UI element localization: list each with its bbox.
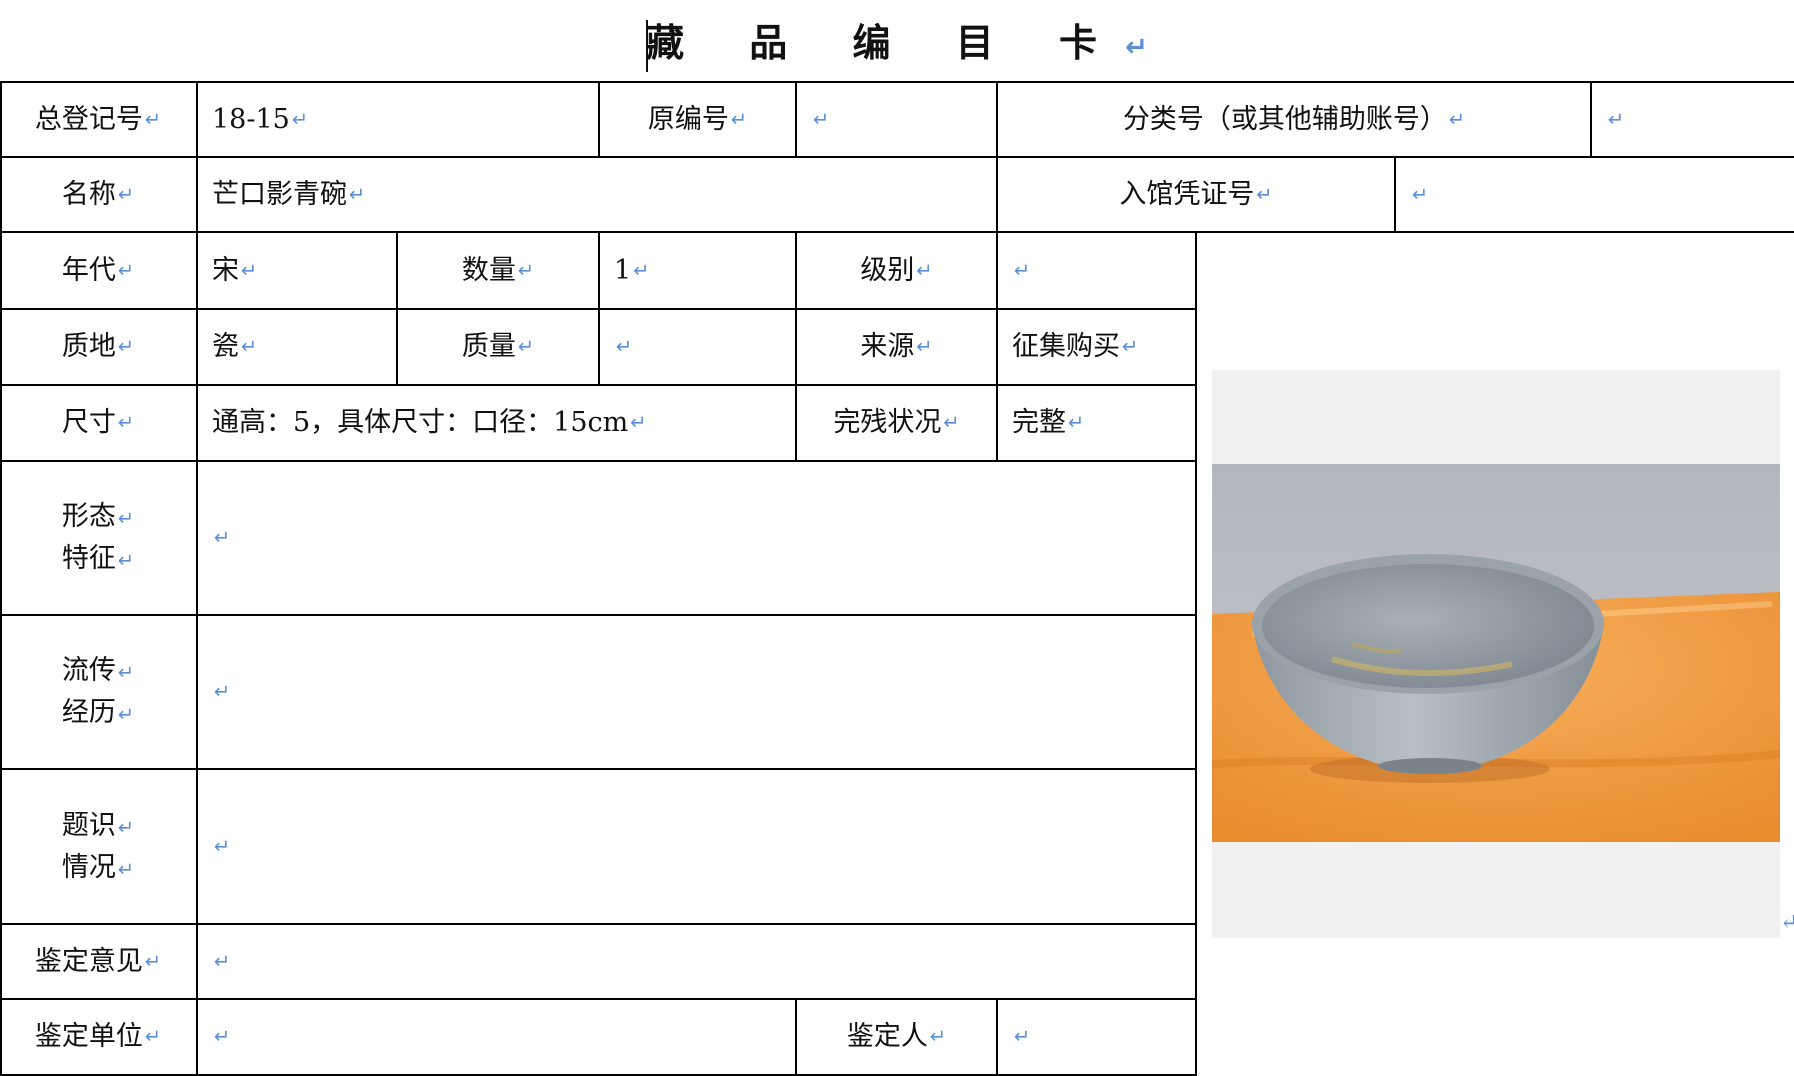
appraisal-value[interactable]: ↵ [198, 925, 1195, 998]
material-value[interactable]: 瓷 ↵ [198, 310, 396, 384]
era-label: 年代 ↵ [61, 254, 135, 286]
features-value[interactable]: ↵ [198, 462, 1195, 614]
name-label: 名称 ↵ [61, 178, 135, 210]
return-mark-icon: ↵ [1124, 32, 1148, 63]
card-title: 藏 品 编 目 卡↵ [0, 12, 1794, 72]
appraiser-label: 鉴定人 ↵ [846, 1021, 947, 1053]
artifact-photo[interactable] [1212, 370, 1780, 938]
registration-number-label: 总登记号 ↵ [34, 103, 162, 135]
registration-number-value[interactable]: 18-15 ↵ [198, 83, 598, 156]
name-value[interactable]: 芒口影青碗 ↵ [198, 158, 996, 231]
history-label: 流传 ↵ 经历 ↵ [61, 655, 135, 728]
size-value[interactable]: 通高：5，具体尺寸：口径：15cm ↵ [198, 386, 795, 460]
appraisal-unit-label: 鉴定单位 ↵ [34, 1021, 162, 1053]
grade-value[interactable]: ↵ [998, 233, 1195, 308]
material-label: 质地 ↵ [61, 331, 135, 363]
appraisal-label: 鉴定意见 ↵ [34, 945, 162, 977]
weight-value[interactable]: ↵ [600, 310, 795, 384]
source-value[interactable]: 征集购买 ↵ [998, 310, 1195, 384]
weight-label: 质量 ↵ [461, 331, 535, 363]
size-label: 尺寸 ↵ [61, 407, 135, 439]
voucher-number-value[interactable]: ↵ [1396, 158, 1794, 231]
grade-label: 级别 ↵ [860, 254, 933, 286]
original-number-label: 原编号 ↵ [647, 103, 748, 135]
quantity-value[interactable]: 1 ↵ [600, 233, 795, 308]
inscription-value[interactable]: ↵ [198, 770, 1195, 923]
classification-number-label: 分类号（或其他辅助账号） ↵ [1122, 103, 1466, 135]
card-title-text: 藏 品 编 目 卡 [646, 21, 1123, 65]
era-value[interactable]: 宋 ↵ [198, 233, 396, 308]
column-divider [1195, 231, 1197, 1076]
appraisal-unit-value[interactable]: ↵ [198, 1000, 795, 1074]
appraiser-value[interactable]: ↵ [998, 1000, 1195, 1074]
celadon-bowl-photo [1212, 464, 1780, 842]
condition-value[interactable]: 完整 ↵ [998, 386, 1195, 460]
condition-label: 完残状况 ↵ [833, 407, 960, 439]
classification-number-value[interactable]: ↵ [1592, 83, 1794, 156]
features-label: 形态 ↵ 特征 ↵ [61, 501, 135, 574]
voucher-number-label: 入馆凭证号 ↵ [1119, 178, 1273, 210]
history-value[interactable]: ↵ [198, 616, 1195, 768]
source-label: 来源 ↵ [860, 331, 933, 363]
original-number-value[interactable]: ↵ [797, 83, 996, 156]
quantity-label: 数量 ↵ [461, 254, 535, 286]
return-mark-icon: ↵ [1780, 910, 1794, 935]
inscription-label: 题识 ↵ 情况 ↵ [61, 809, 135, 883]
